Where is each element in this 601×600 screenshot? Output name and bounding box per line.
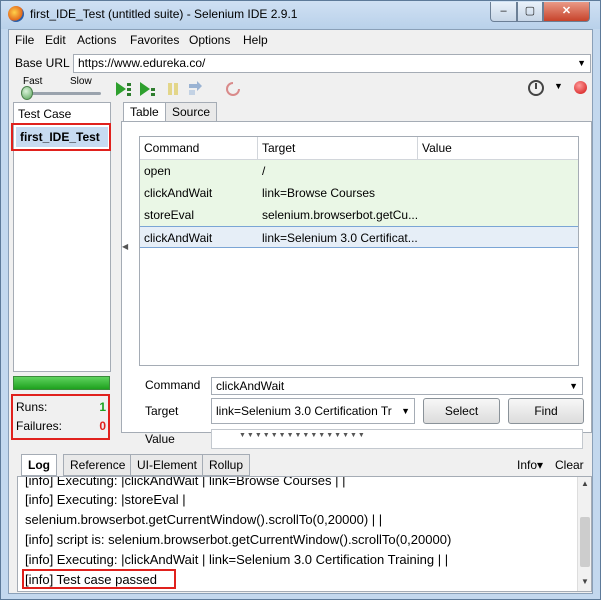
command-label: Command [145, 378, 201, 392]
table-row[interactable]: storeEval selenium.browserbot.getCu... [140, 204, 578, 226]
speed-slider[interactable] [21, 92, 101, 95]
command-table: Command Target Value open / clickAndWait… [139, 136, 579, 366]
scrollbar-thumb[interactable] [580, 517, 590, 567]
speed-slow-label: Slow [70, 76, 92, 87]
chevron-down-icon[interactable]: ▼ [554, 81, 563, 91]
tab-reference[interactable]: Reference [63, 454, 133, 476]
highlight-box [22, 569, 176, 589]
cell-command: storeEval [144, 208, 195, 222]
column-header-target[interactable]: Target [258, 137, 418, 159]
cell-target: selenium.browserbot.getCu... [262, 208, 418, 222]
speed-slider-thumb[interactable] [20, 86, 33, 100]
cell-command: clickAndWait [144, 186, 213, 200]
select-button[interactable]: Select [423, 398, 500, 424]
clear-button[interactable]: Clear [555, 458, 584, 472]
command-input[interactable]: clickAndWait ▼ [211, 377, 583, 395]
command-input-value: clickAndWait [216, 379, 285, 393]
target-label: Target [145, 404, 179, 418]
log-line: selenium.browserbot.getCurrentWindow().s… [25, 512, 383, 527]
test-case-pane: Test Case first_IDE_Test [11, 102, 111, 372]
cell-command: open [144, 164, 171, 178]
menu-edit[interactable]: Edit [45, 33, 66, 47]
editor-tabs: Table Source [121, 102, 591, 123]
maximize-button[interactable]: ▢ [517, 2, 543, 22]
table-row[interactable]: clickAndWait link=Selenium 3.0 Certifica… [140, 226, 578, 248]
table-row[interactable]: open / [140, 160, 578, 182]
find-button[interactable]: Find [508, 398, 584, 424]
splitter-handle[interactable]: ▼▼▼▼▼▼▼▼▼▼▼▼▼▼▼▼ [239, 432, 366, 439]
tab-source[interactable]: Source [165, 102, 218, 122]
log-line: [info] Executing: |clickAndWait | link=B… [25, 476, 346, 488]
log-line: [info] Executing: |storeEval | [25, 492, 186, 507]
minimize-button[interactable]: ‒ [490, 2, 517, 22]
highlight-box [11, 123, 111, 151]
chevron-down-icon[interactable]: ▼ [577, 55, 586, 72]
scroll-down-icon[interactable]: ▼ [581, 577, 589, 586]
clock-icon[interactable] [528, 80, 544, 96]
window-title: first_IDE_Test (untitled suite) - Seleni… [30, 7, 298, 21]
menu-favorites[interactable]: Favorites [130, 33, 179, 47]
log-scrollbar[interactable]: ▲ ▼ [577, 477, 591, 591]
record-icon[interactable] [223, 80, 243, 98]
stop-record-icon[interactable] [574, 81, 587, 94]
app-window: first_IDE_Test (untitled suite) - Seleni… [0, 0, 601, 600]
run-progress-bar [13, 376, 110, 390]
play-test-icon[interactable] [137, 80, 157, 98]
ide-client-area: File Edit Actions Favorites Options Help… [8, 29, 593, 594]
log-line: [info] Executing: |clickAndWait | link=S… [25, 552, 449, 567]
value-label: Value [145, 432, 175, 446]
editor-panel: ◀ Command Target Value open / clickAndWa… [121, 121, 592, 449]
column-header-command[interactable]: Command [140, 137, 258, 159]
target-select-value: link=Selenium 3.0 Certification Tr [216, 404, 392, 418]
log-panel: [info] Executing: |clickAndWait | link=B… [17, 476, 592, 592]
info-dropdown[interactable]: Info▾ [517, 458, 543, 472]
cell-target: link=Selenium 3.0 Certificat... [262, 231, 418, 245]
tab-ui-element[interactable]: UI-Element [130, 454, 205, 476]
log-line: [info] script is: selenium.browserbot.ge… [25, 532, 452, 547]
cell-command: clickAndWait [144, 231, 213, 245]
cell-target: / [262, 164, 266, 178]
target-select[interactable]: link=Selenium 3.0 Certification Tr ▼ [211, 398, 415, 424]
column-header-value[interactable]: Value [418, 137, 578, 159]
table-row[interactable]: clickAndWait link=Browse Courses [140, 182, 578, 204]
menu-file[interactable]: File [15, 33, 34, 47]
menu-help[interactable]: Help [243, 33, 268, 47]
step-icon[interactable] [185, 80, 205, 98]
tab-table[interactable]: Table [123, 102, 166, 123]
base-url-label: Base URL [15, 56, 70, 70]
test-case-header: Test Case [18, 107, 72, 121]
pause-icon[interactable] [163, 80, 183, 98]
base-url-input[interactable]: https://www.edureka.co/ ▼ [73, 54, 591, 73]
scroll-up-icon[interactable]: ▲ [581, 479, 589, 488]
toolbar: Fast Slow ▼ [9, 76, 592, 102]
title-bar: first_IDE_Test (untitled suite) - Seleni… [1, 1, 600, 29]
tab-log[interactable]: Log [21, 454, 57, 476]
base-url-value: https://www.edureka.co/ [78, 56, 206, 70]
chevron-left-icon[interactable]: ◀ [122, 242, 128, 251]
menu-bar: File Edit Actions Favorites Options Help [9, 30, 592, 52]
run-stats: Runs: 1 Failures: 0 [11, 394, 110, 440]
chevron-down-icon[interactable]: ▼ [398, 399, 410, 423]
log-tabs: Log Reference UI-Element Rollup Info▾ Cl… [17, 454, 592, 476]
close-button[interactable]: ✕ [543, 2, 590, 22]
base-url-row: Base URL https://www.edureka.co/ ▼ [9, 52, 592, 76]
menu-actions[interactable]: Actions [77, 33, 116, 47]
tab-rollup[interactable]: Rollup [202, 454, 251, 476]
play-suite-icon[interactable] [113, 80, 133, 98]
chevron-down-icon[interactable]: ▼ [569, 378, 578, 394]
firefox-icon [8, 6, 24, 22]
menu-options[interactable]: Options [189, 33, 230, 47]
highlight-box [11, 394, 110, 440]
cell-target: link=Browse Courses [262, 186, 376, 200]
